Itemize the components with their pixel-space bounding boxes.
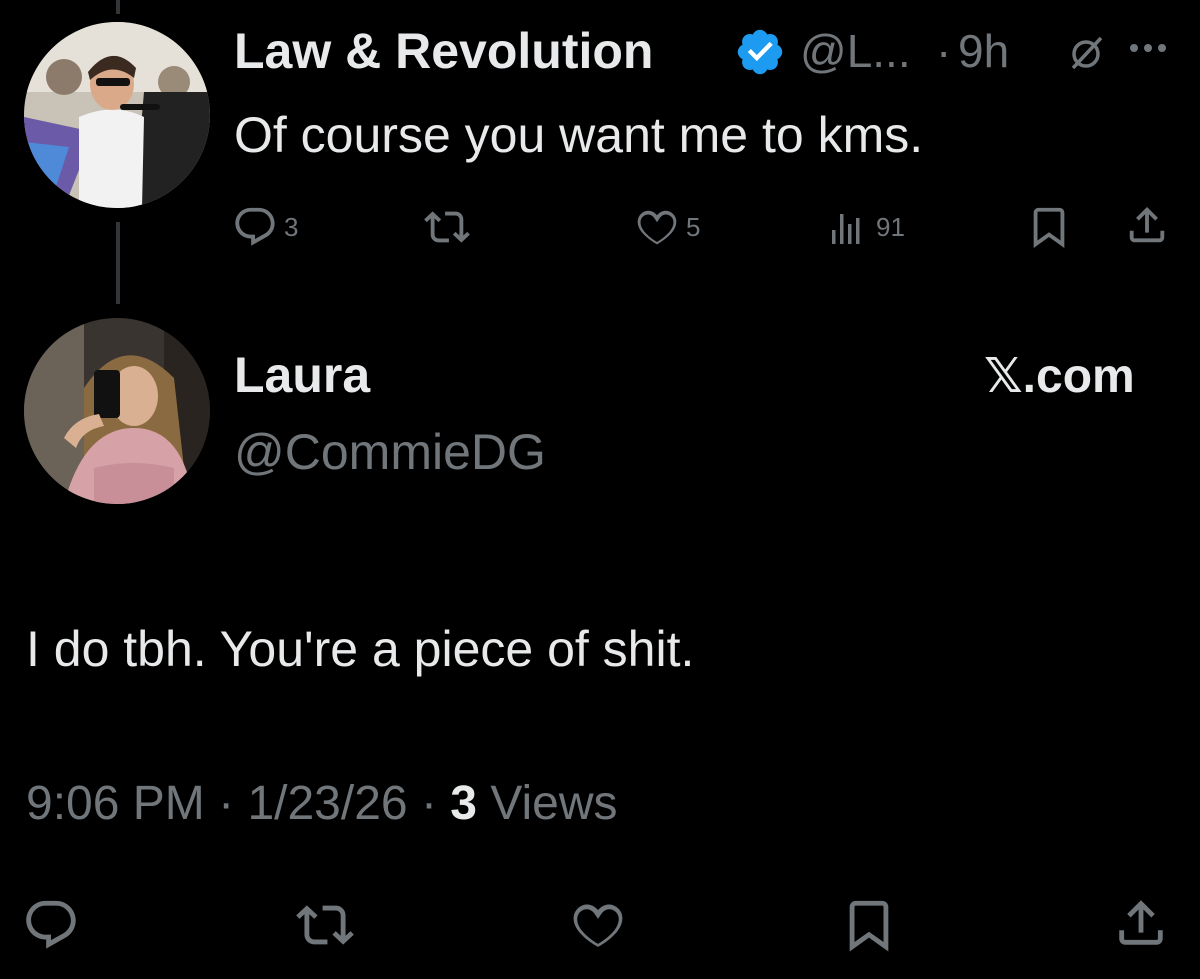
share-icon[interactable] — [1124, 202, 1170, 248]
bookmark-icon[interactable] — [840, 896, 898, 954]
views-label[interactable]: Views — [490, 777, 617, 830]
like-icon[interactable] — [568, 896, 628, 954]
retweet-icon[interactable] — [422, 204, 472, 250]
tweet-time[interactable]: 9:06 PM — [26, 777, 205, 830]
bookmark-icon[interactable] — [1026, 204, 1072, 250]
meta-separator: · — [218, 777, 235, 830]
views-count: 91 — [876, 212, 905, 242]
reply-handle[interactable]: @CommieDG — [234, 422, 546, 482]
parent-author-name[interactable]: Law & Revolution — [234, 22, 653, 80]
meta-separator: · — [420, 777, 437, 830]
parent-tweet-text: Of course you want me to kms. — [234, 107, 924, 163]
parent-avatar[interactable] — [24, 22, 210, 208]
more-icon[interactable] — [1128, 42, 1168, 54]
thread-line — [116, 222, 120, 304]
tweet-meta: 9:06 PM · 1/23/26 · 3 Views — [26, 774, 617, 834]
tweet-date[interactable]: 1/23/26 — [247, 777, 407, 830]
parent-time-separator: · — [936, 25, 952, 77]
reply-avatar[interactable] — [24, 318, 210, 504]
like-icon[interactable] — [634, 204, 680, 250]
verified-badge-icon — [734, 26, 786, 78]
reply-tweet-text: I do tbh. You're a piece of shit. — [26, 621, 695, 677]
x-logo: 𝕏.com — [984, 350, 1135, 403]
views-icon[interactable] — [830, 210, 870, 244]
views-count-bold: 3 — [450, 777, 477, 830]
reply-author-name[interactable]: Laura — [234, 346, 370, 404]
reply-count: 3 — [284, 212, 299, 242]
grok-icon[interactable] — [1066, 34, 1108, 72]
reply-icon[interactable] — [232, 204, 278, 250]
thread-line-top — [116, 0, 120, 14]
share-icon[interactable] — [1112, 894, 1170, 952]
retweet-icon[interactable] — [294, 896, 356, 954]
reply-icon[interactable] — [22, 896, 80, 954]
parent-timestamp[interactable]: 9h — [958, 22, 1009, 80]
like-count: 5 — [686, 212, 701, 242]
parent-handle[interactable]: @L... — [800, 22, 911, 80]
